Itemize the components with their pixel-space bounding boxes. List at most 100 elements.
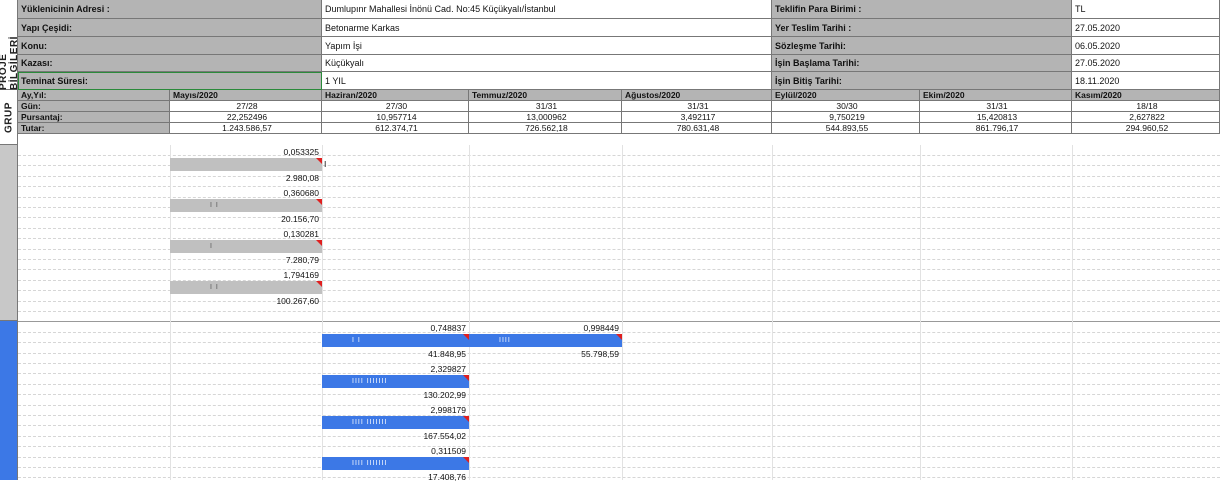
- month-days[interactable]: 30/30: [772, 101, 920, 112]
- month-header[interactable]: Kasım/2020: [1072, 90, 1220, 101]
- month-column-line: [920, 145, 921, 480]
- month-percent[interactable]: 22,252496: [170, 112, 322, 123]
- task-progress-ticks: I I: [210, 284, 219, 291]
- month-header[interactable]: Ağustos/2020: [622, 90, 772, 101]
- task-bar[interactable]: I I: [170, 199, 322, 212]
- schedule-row-label-percent: Pursantaj:: [18, 112, 170, 123]
- side-panel-project: PROJE BİLGİLERİ: [0, 0, 18, 90]
- task-amount: 167.554,02: [423, 431, 466, 441]
- info-label-right: İşin Başlama Tarihi:: [772, 55, 1072, 72]
- task-percent: 2,998179: [430, 405, 466, 415]
- project-info-label: PROJE BİLGİLERİ: [0, 36, 18, 90]
- task-percent: 0,360680: [283, 188, 319, 198]
- task-amount: 55.798,59: [581, 349, 619, 359]
- info-label-right: İşin Bitiş Tarihi:: [772, 72, 1072, 90]
- group-2-band[interactable]: [0, 321, 18, 480]
- info-value-right[interactable]: 18.11.2020: [1072, 72, 1220, 90]
- month-days[interactable]: 31/31: [469, 101, 622, 112]
- task-percent: 0,130281: [283, 229, 319, 239]
- task-bar[interactable]: I I: [170, 281, 322, 294]
- info-value[interactable]: 1 YIL: [322, 72, 772, 90]
- month-days[interactable]: 18/18: [1072, 101, 1220, 112]
- month-header[interactable]: Temmuz/2020: [469, 90, 622, 101]
- task-bar[interactable]: I: [170, 240, 322, 253]
- task-progress-ticks: IIII IIIIIII: [352, 460, 388, 467]
- grid-line: [18, 425, 1220, 426]
- grid-line: [18, 363, 1220, 364]
- month-percent[interactable]: 2,627822: [1072, 112, 1220, 123]
- task-bar[interactable]: I I: [322, 334, 469, 347]
- task-amount: 20.156,70: [281, 214, 319, 224]
- comment-indicator: [463, 457, 469, 463]
- info-value[interactable]: Yapım İşi: [322, 37, 772, 55]
- task-bar[interactable]: [170, 158, 322, 171]
- month-percent[interactable]: 10,957714: [322, 112, 469, 123]
- month-percent[interactable]: 15,420813: [920, 112, 1072, 123]
- month-percent[interactable]: 3,492117: [622, 112, 772, 123]
- task-marker: I: [324, 159, 327, 169]
- month-percent[interactable]: 9,750219: [772, 112, 920, 123]
- info-value-right[interactable]: 27.05.2020: [1072, 19, 1220, 37]
- month-column-line: [322, 145, 323, 480]
- grid-line: [18, 405, 1220, 406]
- comment-indicator: [616, 334, 622, 340]
- task-amount: 7.280,79: [285, 255, 319, 265]
- month-amount[interactable]: 780.631,48: [622, 123, 772, 134]
- task-percent: 0,053325: [283, 147, 319, 157]
- info-value[interactable]: Küçükyalı: [322, 55, 772, 72]
- group-1-band[interactable]: [0, 145, 18, 321]
- month-amount[interactable]: 294.960,52: [1072, 123, 1220, 134]
- info-value-right[interactable]: 06.05.2020: [1072, 37, 1220, 55]
- grid-line: [18, 394, 1220, 395]
- month-header[interactable]: Ekim/2020: [920, 90, 1072, 101]
- info-label: Konu:: [18, 37, 322, 55]
- task-percent: 2,329827: [430, 364, 466, 374]
- task-percent: 0,311509: [431, 446, 466, 456]
- month-days[interactable]: 31/31: [920, 101, 1072, 112]
- month-column-line: [469, 145, 470, 480]
- info-value-right[interactable]: 27.05.2020: [1072, 55, 1220, 72]
- month-header[interactable]: Eylül/2020: [772, 90, 920, 101]
- info-value-right[interactable]: TL: [1072, 0, 1220, 19]
- info-value[interactable]: Betonarme Karkas: [322, 19, 772, 37]
- task-percent: 0,748837: [430, 323, 466, 333]
- month-header[interactable]: Haziran/2020: [322, 90, 469, 101]
- side-panel-group-header: GRUP: [0, 90, 18, 145]
- task-bar[interactable]: IIII IIIIIII: [322, 457, 469, 470]
- grid-line: [18, 467, 1220, 468]
- grid-line: [18, 415, 1220, 416]
- month-header[interactable]: Mayıs/2020: [170, 90, 322, 101]
- month-amount[interactable]: 726.562,18: [469, 123, 622, 134]
- task-amount: 100.267,60: [276, 296, 319, 306]
- grid-line: [18, 353, 1220, 354]
- task-bar[interactable]: IIII IIIIIII: [322, 416, 469, 429]
- month-percent[interactable]: 13,000962: [469, 112, 622, 123]
- grid-line: [18, 446, 1220, 447]
- month-days[interactable]: 27/30: [322, 101, 469, 112]
- month-amount[interactable]: 861.796,17: [920, 123, 1072, 134]
- task-bar[interactable]: IIII: [469, 334, 622, 347]
- info-label: Teminat Süresi:: [18, 72, 322, 90]
- task-bar[interactable]: IIII IIIIIII: [322, 375, 469, 388]
- grid-line: [18, 477, 1220, 478]
- task-progress-ticks: I: [210, 243, 213, 250]
- task-progress-ticks: IIII IIIIIII: [352, 378, 388, 385]
- comment-indicator: [316, 281, 322, 287]
- grid-line: [18, 457, 1220, 458]
- grid-line: [18, 436, 1220, 437]
- month-column-line: [772, 145, 773, 480]
- month-amount[interactable]: 544.893,55: [772, 123, 920, 134]
- info-value[interactable]: Dumlupınr Mahallesi İnönü Cad. No:45 Küç…: [322, 0, 772, 19]
- month-days[interactable]: 27/28: [170, 101, 322, 112]
- info-label-right: Yer Teslim Tarihi :: [772, 19, 1072, 37]
- task-progress-ticks: IIII IIIIIII: [352, 419, 388, 426]
- month-amount[interactable]: 1.243.586,57: [170, 123, 322, 134]
- task-amount: 2.980,08: [285, 173, 319, 183]
- info-label: Yapı Çeşidi:: [18, 19, 322, 37]
- month-days[interactable]: 31/31: [622, 101, 772, 112]
- month-amount[interactable]: 612.374,71: [322, 123, 469, 134]
- comment-indicator: [316, 158, 322, 164]
- comment-indicator: [463, 375, 469, 381]
- info-label-right: Teklifin Para Birimi :: [772, 0, 1072, 19]
- info-label-right: Sözleşme Tarihi:: [772, 37, 1072, 55]
